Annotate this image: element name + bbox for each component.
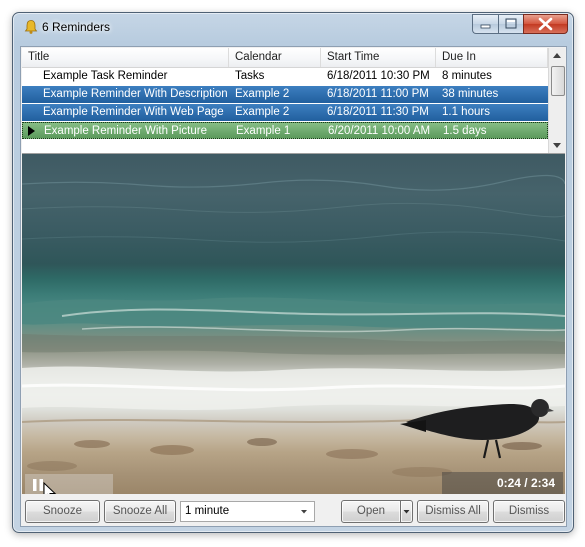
list-scrollbar[interactable] xyxy=(548,48,565,153)
scroll-thumb[interactable] xyxy=(551,66,565,96)
button-bar: Snooze Snooze All 1 minute Open Dismiss … xyxy=(21,497,566,525)
scroll-up-icon[interactable] xyxy=(549,48,565,64)
row-start-time: 6/20/2011 10:00 AM xyxy=(328,125,431,137)
beach-scene-image xyxy=(22,174,565,477)
title-bar[interactable]: 6 Reminders xyxy=(13,13,573,43)
row-title: Example Task Reminder xyxy=(43,70,168,82)
video-preview[interactable]: 0:24 / 2:34 xyxy=(22,154,565,494)
row-calendar: Tasks xyxy=(235,70,265,82)
snooze-all-button[interactable]: Snooze All xyxy=(104,500,176,523)
video-controls xyxy=(25,474,113,494)
table-row[interactable]: Example Reminder With Description Exampl… xyxy=(22,86,548,103)
caption-buttons xyxy=(472,14,568,34)
column-header-due-in[interactable]: Due In xyxy=(436,48,548,67)
row-calendar: Example 2 xyxy=(235,88,290,100)
row-start-time: 6/18/2011 11:30 PM xyxy=(327,106,429,118)
maximize-icon xyxy=(505,18,517,29)
chevron-down-icon xyxy=(403,510,410,514)
reminders-window: 6 Reminders Title Calendar Start Time Du… xyxy=(12,12,574,533)
dismiss-all-button[interactable]: Dismiss All xyxy=(417,500,489,523)
open-button[interactable]: Open xyxy=(341,500,401,523)
scroll-down-icon[interactable] xyxy=(549,137,565,153)
row-start-time: 6/18/2011 11:00 PM xyxy=(327,88,429,100)
row-start-time: 6/18/2011 10:30 PM xyxy=(327,70,430,82)
row-calendar: Example 1 xyxy=(236,125,291,137)
client-area: Title Calendar Start Time Due In Example… xyxy=(20,46,567,527)
mouse-cursor-icon xyxy=(43,482,57,494)
bell-icon xyxy=(24,20,38,34)
column-header-start-time[interactable]: Start Time xyxy=(321,48,436,67)
column-header-calendar[interactable]: Calendar xyxy=(229,48,321,67)
column-header-title[interactable]: Title xyxy=(22,48,229,67)
video-time: 0:24 / 2:34 xyxy=(442,472,563,494)
row-due-in: 8 minutes xyxy=(442,70,492,82)
maximize-button[interactable] xyxy=(498,14,523,34)
close-button[interactable] xyxy=(523,14,568,34)
row-due-in: 1.1 hours xyxy=(442,106,490,118)
reminders-list[interactable]: Title Calendar Start Time Due In Example… xyxy=(22,48,565,154)
minimize-icon xyxy=(480,24,491,29)
minimize-button[interactable] xyxy=(472,14,498,34)
open-dropdown-button[interactable] xyxy=(400,500,413,523)
table-row[interactable]: Example Reminder With Web Page Example 2… xyxy=(22,104,548,121)
row-calendar: Example 2 xyxy=(235,106,290,118)
row-title: Example Reminder With Picture xyxy=(44,125,207,137)
list-header: Title Calendar Start Time Due In xyxy=(22,48,548,68)
row-title: Example Reminder With Web Page xyxy=(43,106,224,118)
snooze-duration-select[interactable]: 1 minute xyxy=(180,501,315,522)
window-title: 6 Reminders xyxy=(42,20,111,34)
row-title: Example Reminder With Description xyxy=(43,88,228,100)
dismiss-button[interactable]: Dismiss xyxy=(493,500,565,523)
snooze-button[interactable]: Snooze xyxy=(25,500,100,523)
snooze-duration-value: 1 minute xyxy=(185,505,230,517)
row-due-in: 1.5 days xyxy=(443,125,487,137)
row-pointer-icon xyxy=(28,126,35,136)
row-due-in: 38 minutes xyxy=(442,88,499,100)
close-icon xyxy=(538,17,553,31)
table-row[interactable]: Example Task Reminder Tasks 6/18/2011 10… xyxy=(22,68,548,85)
chevron-down-icon[interactable] xyxy=(296,503,312,520)
table-row[interactable]: Example Reminder With Picture Example 1 … xyxy=(22,122,548,139)
